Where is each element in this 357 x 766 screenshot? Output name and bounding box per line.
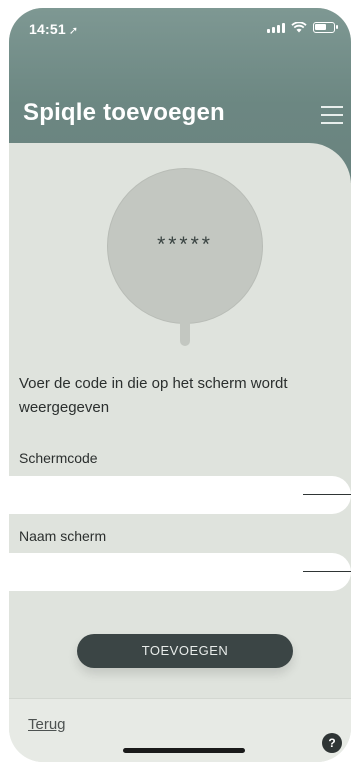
- screen-stand: [180, 320, 190, 346]
- status-bar: 14:51 ➚: [9, 8, 351, 48]
- hamburger-menu-icon[interactable]: [321, 106, 343, 124]
- screen-code-line: [303, 494, 351, 495]
- instruction-text: Voer de code in die op het scherm wordt …: [19, 375, 288, 416]
- cellular-signal-icon: [267, 22, 285, 33]
- help-icon[interactable]: ?: [322, 733, 342, 753]
- screen-name-input[interactable]: [9, 553, 351, 591]
- wifi-icon: [291, 22, 307, 33]
- screen-illustration: *****: [107, 168, 263, 324]
- add-button[interactable]: TOEVOEGEN: [77, 634, 293, 668]
- status-time: 14:51 ➚: [29, 21, 78, 37]
- back-link[interactable]: Terug: [28, 716, 66, 733]
- status-time-text: 14:51: [29, 21, 66, 37]
- screen-code-input[interactable]: [9, 476, 351, 514]
- battery-icon: [313, 22, 338, 33]
- app-screen: 14:51 ➚ Spiqle toevoegen ***** Voer de c…: [9, 8, 351, 762]
- status-icons: [267, 22, 338, 33]
- location-icon: ➚: [68, 25, 79, 37]
- code-display: *****: [157, 233, 213, 256]
- screen-name-label: Naam scherm: [19, 528, 107, 544]
- screen-code-label: Schermcode: [19, 450, 98, 466]
- page-title: Spiqle toevoegen: [23, 99, 225, 126]
- screen-name-line: [303, 571, 351, 572]
- home-indicator: [123, 748, 245, 753]
